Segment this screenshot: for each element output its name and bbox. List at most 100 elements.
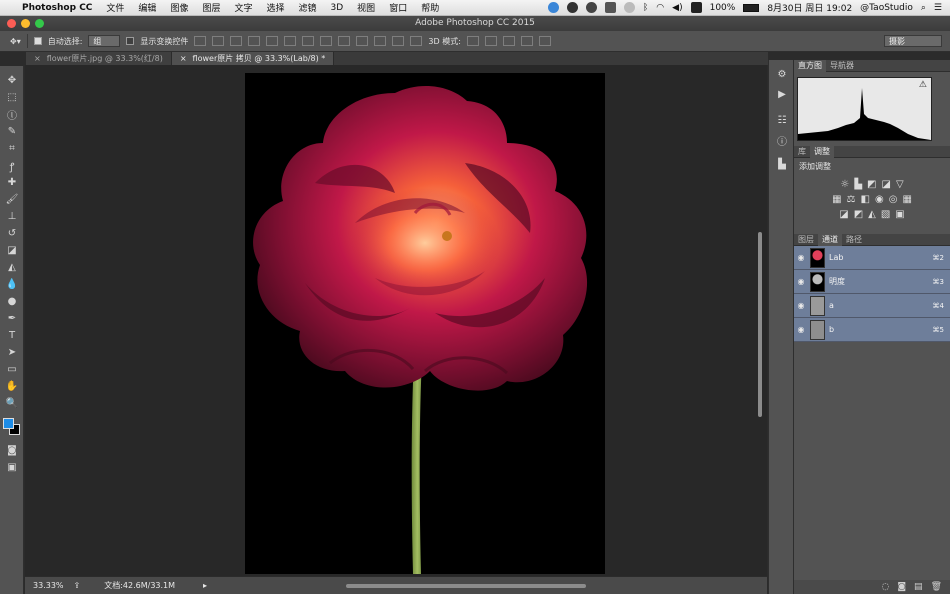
distribute-hcenter-button[interactable] [374, 36, 387, 46]
tab-flower-copy[interactable]: × flower原片 拷贝 @ 33.3%(Lab/8) * [171, 52, 335, 65]
gradient-map-icon[interactable]: ▧ [881, 209, 890, 220]
channel-row-a[interactable]: ◉ a ⌘4 [794, 294, 950, 318]
curves-icon[interactable]: ◩ [867, 179, 876, 190]
tab-flower-jpg[interactable]: × flower原片.jpg @ 33.3%(红/8) [26, 52, 172, 65]
horizontal-scrollbar[interactable] [346, 584, 586, 588]
menu-file[interactable]: 文件 [106, 1, 124, 14]
3d-rotate-icon[interactable] [466, 36, 479, 46]
brush-tool-icon[interactable]: 🖌 [0, 191, 24, 208]
info-panel-icon[interactable]: ⓘ [769, 130, 795, 150]
blur-tool-icon[interactable]: 💧 [0, 276, 24, 293]
status-menu-arrow-icon[interactable]: ▸ [203, 581, 207, 590]
delete-channel-icon[interactable]: 🗑 [931, 582, 942, 592]
lasso-tool-icon[interactable]: ⓛ [0, 106, 24, 123]
clock[interactable]: 8月30日 周日 19:02 [767, 1, 852, 14]
menu-layer[interactable]: 图层 [202, 1, 220, 14]
threshold-icon[interactable]: ◭ [868, 209, 876, 220]
eye-icon[interactable]: ◉ [794, 253, 808, 262]
distribute-vcenter-button[interactable] [320, 36, 333, 46]
3d-pan-icon[interactable] [502, 36, 515, 46]
move-tool-preset-icon[interactable]: ✥▾ [10, 37, 21, 46]
brush-presets-icon[interactable]: ▙ [769, 154, 795, 174]
channel-row-b[interactable]: ◉ b ⌘5 [794, 318, 950, 342]
move-tool-icon[interactable]: ✥ [0, 72, 24, 89]
tab-navigator[interactable]: 导航器 [826, 60, 858, 72]
dodge-tool-icon[interactable]: ● [0, 293, 24, 310]
tab-libraries[interactable]: 库 [794, 146, 810, 158]
quick-select-tool-icon[interactable]: ✎ [0, 123, 24, 140]
posterize-icon[interactable]: ◩ [854, 209, 863, 220]
user-name[interactable]: @TaoStudio [860, 3, 913, 13]
3d-scale-icon[interactable] [538, 36, 551, 46]
eye-icon[interactable]: ◉ [794, 301, 808, 310]
invert-icon[interactable]: ◪ [839, 209, 848, 220]
vertical-scrollbar[interactable] [758, 232, 762, 417]
menu-view[interactable]: 视图 [357, 1, 375, 14]
warning-icon[interactable]: ⚠ [919, 80, 927, 90]
menu-3d[interactable]: 3D [331, 3, 344, 13]
tab-layers[interactable]: 图层 [794, 234, 818, 246]
path-select-tool-icon[interactable]: ➤ [0, 344, 24, 361]
eye-icon[interactable]: ◉ [794, 277, 808, 286]
save-selection-icon[interactable]: ◙ [897, 582, 906, 592]
notifications-icon[interactable]: ☰ [934, 3, 942, 13]
close-tab-icon[interactable]: × [180, 54, 187, 63]
tab-channels[interactable]: 通道 [818, 233, 842, 246]
3d-roll-icon[interactable] [484, 36, 497, 46]
menu-window[interactable]: 窗口 [389, 1, 407, 14]
align-left-button[interactable] [248, 36, 261, 46]
spotlight-icon[interactable]: ⌕ [921, 3, 926, 13]
crop-tool-icon[interactable]: ⌗ [0, 140, 24, 157]
vibrance-icon[interactable]: ▽ [896, 179, 904, 190]
menu-edit[interactable]: 编辑 [138, 1, 156, 14]
type-tool-icon[interactable]: T [0, 327, 24, 344]
rectangle-tool-icon[interactable]: ▭ [0, 361, 24, 378]
battery-icon[interactable] [743, 3, 760, 12]
pen-tool-icon[interactable]: ✒ [0, 310, 24, 327]
document-canvas[interactable] [245, 73, 605, 574]
zoom-window-button[interactable] [35, 19, 44, 28]
chat-icon[interactable] [604, 2, 616, 13]
eyedropper-tool-icon[interactable]: ꝭ [0, 157, 24, 174]
eye-icon[interactable]: ◉ [794, 325, 808, 334]
actions-panel-icon[interactable]: ▶ [769, 84, 795, 104]
3d-slide-icon[interactable] [520, 36, 533, 46]
levels-icon[interactable]: ▙ [854, 179, 862, 190]
share-icon[interactable]: ⇪ [74, 581, 81, 590]
align-vcenter-button[interactable] [212, 36, 225, 46]
photo-filter-icon[interactable]: ◉ [875, 194, 884, 205]
menu-select[interactable]: 选择 [266, 1, 284, 14]
brightness-contrast-icon[interactable]: ☼ [840, 179, 849, 190]
hand-tool-icon[interactable]: ✋ [0, 378, 24, 395]
distribute-top-button[interactable] [302, 36, 315, 46]
marquee-tool-icon[interactable]: ⬚ [0, 89, 24, 106]
screen-mode-icon[interactable]: ▣ [0, 459, 24, 476]
align-top-button[interactable] [194, 36, 207, 46]
tab-paths[interactable]: 路径 [842, 234, 866, 246]
menu-filter[interactable]: 滤镜 [299, 1, 317, 14]
volume-icon[interactable]: ◀) [672, 3, 682, 13]
auto-select-dropdown[interactable]: 组 [88, 35, 121, 47]
app-s-icon[interactable] [690, 2, 702, 13]
clone-stamp-tool-icon[interactable]: ⊥ [0, 208, 24, 225]
distribute-left-button[interactable] [356, 36, 369, 46]
distribute-right-button[interactable] [392, 36, 405, 46]
close-tab-icon[interactable]: × [34, 54, 41, 63]
black-white-icon[interactable]: ◧ [861, 194, 870, 205]
foreground-color-swatch[interactable] [3, 418, 14, 429]
hue-saturation-icon[interactable]: ▦ [832, 194, 841, 205]
quick-mask-icon[interactable]: ◙ [0, 442, 24, 459]
exposure-icon[interactable]: ◪ [881, 179, 890, 190]
time-machine-icon[interactable] [623, 2, 635, 13]
history-panel-icon[interactable]: ⚙ [769, 64, 795, 84]
canvas-area[interactable] [25, 65, 767, 576]
close-window-button[interactable] [7, 19, 16, 28]
minimize-window-button[interactable] [21, 19, 30, 28]
selective-color-icon[interactable]: ▣ [895, 209, 904, 220]
wifi-icon[interactable]: ◠ [656, 3, 664, 13]
channel-mixer-icon[interactable]: ◎ [889, 194, 898, 205]
bluetooth-icon[interactable]: ᛒ [643, 3, 648, 13]
align-hcenter-button[interactable] [266, 36, 279, 46]
menu-image[interactable]: 图像 [170, 1, 188, 14]
color-balance-icon[interactable]: ⚖ [847, 194, 856, 205]
